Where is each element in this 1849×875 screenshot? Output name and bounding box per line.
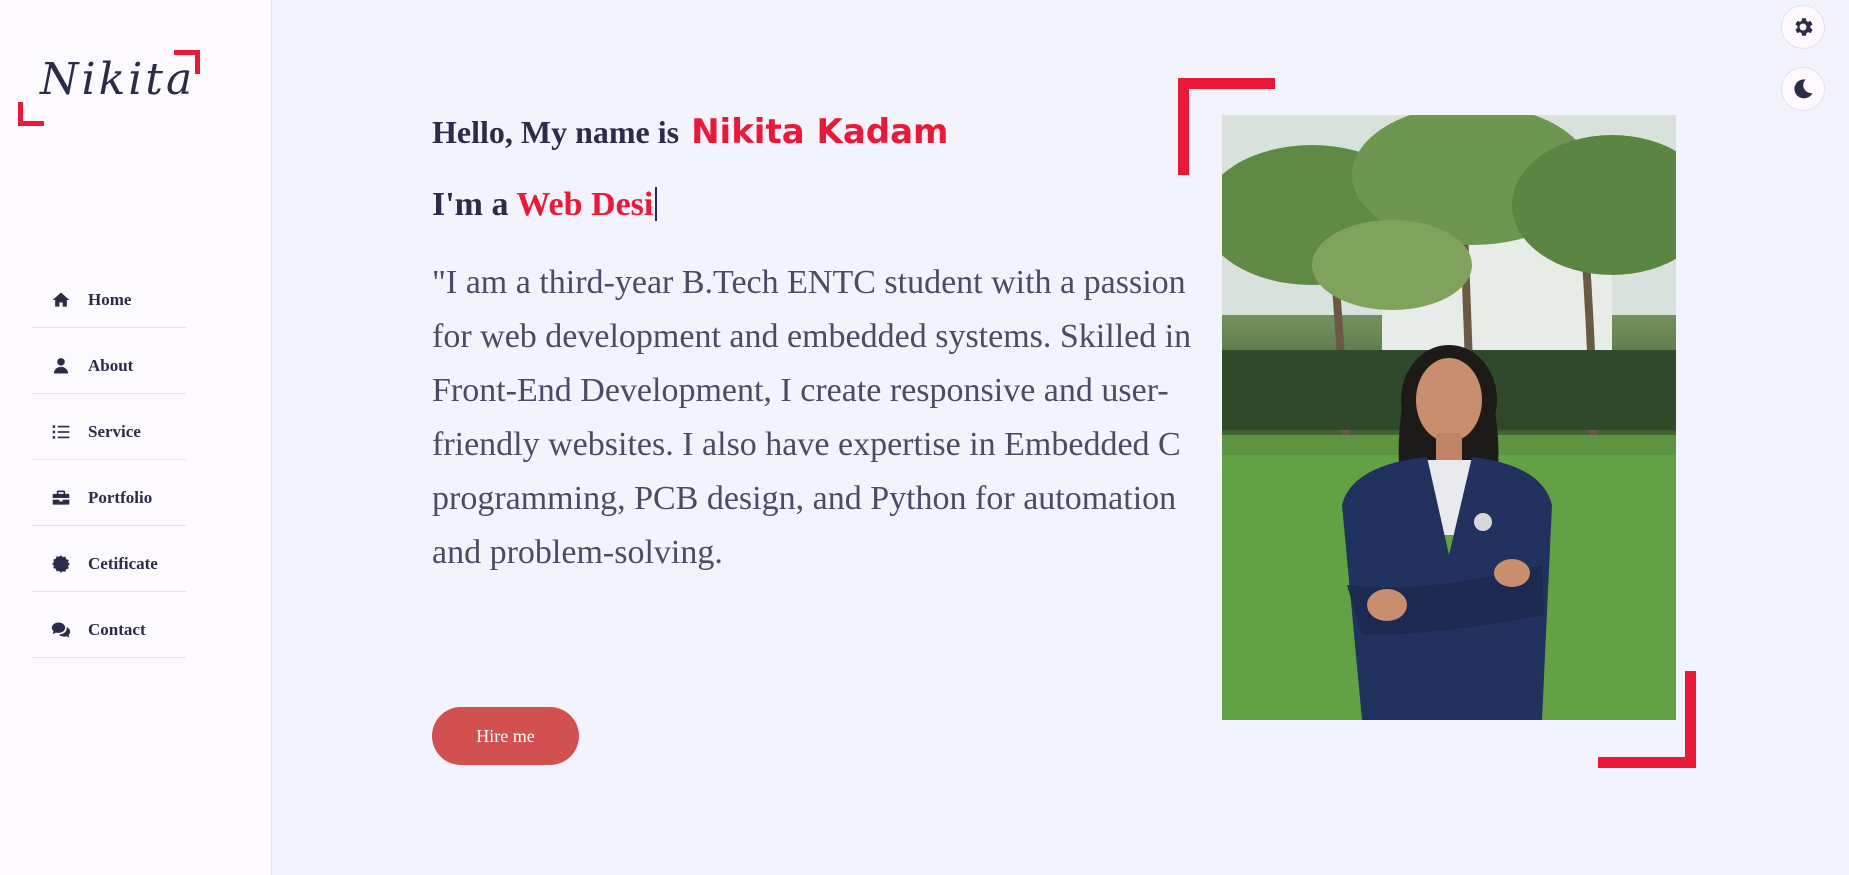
- sidebar: Nikita Home About Service Portfolio Ceti…: [0, 0, 272, 875]
- nav-item-about[interactable]: About: [32, 328, 186, 394]
- nav-label: Cetificate: [88, 553, 158, 573]
- nav-label: Contact: [88, 619, 146, 639]
- profile-photo: [1222, 115, 1676, 720]
- settings-button[interactable]: [1781, 5, 1825, 49]
- moon-icon: [1791, 77, 1815, 101]
- profile-photo-illustration: [1222, 115, 1676, 720]
- certificate-icon: [50, 553, 72, 575]
- greeting-prefix: Hello, My name is: [432, 114, 680, 150]
- role-prefix: I'm a: [432, 186, 509, 223]
- home-icon: [50, 289, 72, 311]
- photo-frame-decoration: [1598, 671, 1696, 768]
- nav-label: Home: [88, 289, 132, 309]
- user-icon: [50, 355, 72, 377]
- theme-toggle-button[interactable]: [1781, 67, 1825, 111]
- list-icon: [50, 421, 72, 443]
- nav-item-portfolio[interactable]: Portfolio: [32, 460, 186, 526]
- nav-item-contact[interactable]: Contact: [32, 592, 186, 658]
- bio-paragraph: "I am a third-year B.Tech ENTC student w…: [432, 264, 1192, 571]
- gear-icon: [1791, 15, 1815, 39]
- hero-name: Nikita Kadam: [691, 112, 949, 152]
- nav-item-service[interactable]: Service: [32, 394, 186, 460]
- nav-label: About: [88, 355, 134, 375]
- nav-item-home[interactable]: Home: [32, 262, 186, 328]
- nav-label: Service: [88, 421, 141, 441]
- typing-cursor: [655, 187, 658, 221]
- logo-corner-decoration: [18, 102, 44, 126]
- role-typed-text: Web Desi: [516, 186, 654, 223]
- logo-text: Nikita: [40, 54, 196, 105]
- role-heading: I'm a Web Desi: [432, 186, 658, 224]
- hire-me-button[interactable]: Hire me: [432, 707, 579, 765]
- briefcase-icon: [50, 487, 72, 509]
- logo[interactable]: Nikita: [18, 50, 200, 126]
- comments-icon: [50, 619, 72, 641]
- sidebar-nav: Home About Service Portfolio Cetificate: [32, 262, 186, 658]
- nav-label: Portfolio: [88, 487, 153, 507]
- greeting-heading: Hello, My name is Nikita Kadam: [432, 112, 949, 152]
- nav-item-certificate[interactable]: Cetificate: [32, 526, 186, 592]
